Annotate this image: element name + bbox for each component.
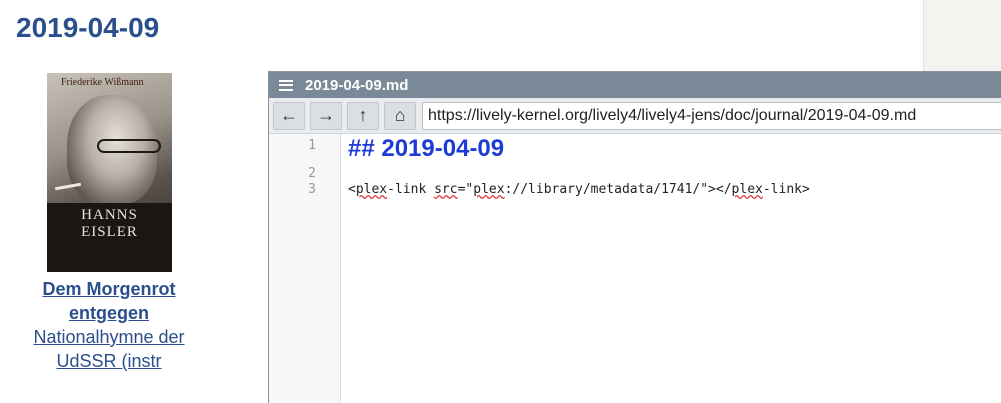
forward-button[interactable]: → xyxy=(310,101,342,130)
editor-window: 2019-04-09.md ← → ↑ ⌂ https://lively-ker… xyxy=(268,71,1001,403)
code-content[interactable]: ## 2019-04-09 <plex-link src="plex://lib… xyxy=(341,134,1001,403)
line-number: 2 xyxy=(308,166,316,181)
arrow-right-icon: → xyxy=(317,105,335,125)
code-line-plex: <plex-link src="plex://library/metadata/… xyxy=(348,182,810,197)
arrow-left-icon: ← xyxy=(280,105,298,125)
line-gutter: 1 2 3 xyxy=(269,134,341,403)
cover-name-1: HANNS xyxy=(81,207,138,223)
cover-author: Friederike Wißmann xyxy=(61,77,144,88)
nav-toolbar: ← → ↑ ⌂ https://lively-kernel.org/lively… xyxy=(269,98,1001,134)
book-title-link[interactable]: Dem Morgenrot entgegen xyxy=(42,279,175,323)
home-button[interactable]: ⌂ xyxy=(384,101,416,130)
back-button[interactable]: ← xyxy=(273,101,305,130)
line-number: 1 xyxy=(308,138,316,153)
book-subtitle-link[interactable]: Nationalhymne der UdSSR (instr xyxy=(33,327,184,371)
line-number: 3 xyxy=(308,182,316,197)
code-line-heading: ## 2019-04-09 xyxy=(348,135,505,162)
book-cover-image[interactable]: Friederike Wißmann HANNS EISLER xyxy=(47,73,172,272)
up-button[interactable]: ↑ xyxy=(347,101,379,130)
page: 2019-04-09 Friederike Wißmann HANNS EISL… xyxy=(0,0,1001,403)
book-caption: Dem Morgenrot entgegen Nationalhymne der… xyxy=(10,277,208,373)
url-input[interactable]: https://lively-kernel.org/lively4/lively… xyxy=(422,101,1001,130)
home-icon: ⌂ xyxy=(394,105,406,125)
window-titlebar[interactable]: 2019-04-09.md xyxy=(269,72,1001,98)
code-editor[interactable]: 1 2 3 ## 2019-04-09 <plex-link src="plex… xyxy=(269,134,1001,403)
arrow-up-icon: ↑ xyxy=(358,105,368,125)
window-title: 2019-04-09.md xyxy=(305,76,409,94)
menu-icon[interactable] xyxy=(279,79,293,91)
journal-title: 2019-04-09 xyxy=(16,12,160,43)
cover-name-2: EISLER xyxy=(81,224,138,240)
